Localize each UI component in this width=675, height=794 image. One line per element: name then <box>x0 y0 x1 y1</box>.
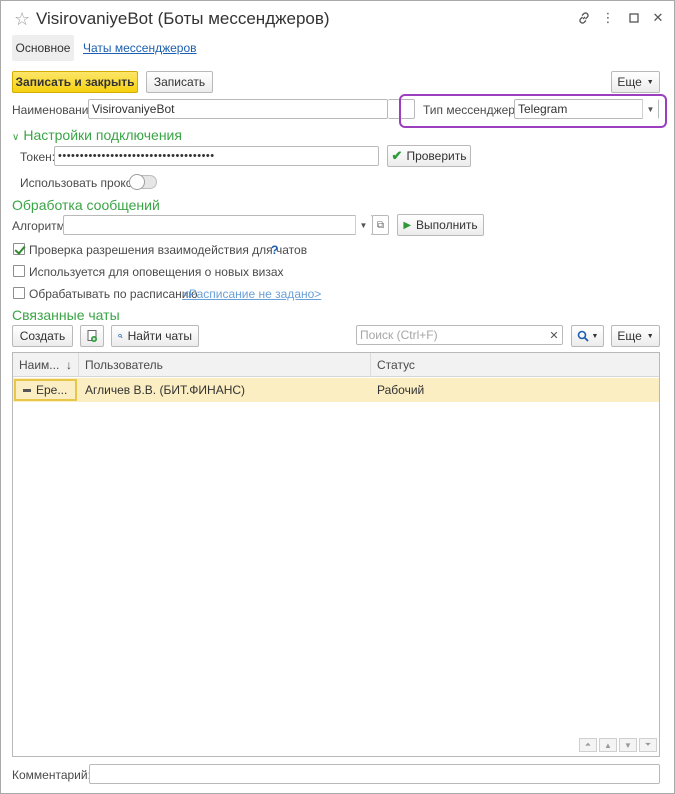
algorithm-dropdown-icon[interactable]: ▼ <box>355 215 371 235</box>
row-name-cell[interactable]: Ере... <box>17 378 79 402</box>
window-title: VisirovaniyeBot (Боты мессенджеров) <box>36 9 330 28</box>
copy-button[interactable] <box>80 325 104 347</box>
more-button-label: Еще <box>617 75 642 89</box>
comment-label: Комментарий: <box>12 768 91 782</box>
close-icon[interactable]: ✕ <box>649 9 667 27</box>
save-and-close-button[interactable]: Записать и закрыть <box>12 71 138 93</box>
connection-section-title[interactable]: ∨ Настройки подключения <box>12 127 182 146</box>
clear-search-icon[interactable]: ✕ <box>545 325 563 345</box>
search-icon <box>577 330 589 342</box>
notify-checkbox[interactable] <box>13 265 25 277</box>
row-status-cell: Рабочий <box>377 383 425 397</box>
scroll-down-icon[interactable]: ▼ <box>619 738 637 752</box>
run-button[interactable]: ▶ Выполнить <box>397 214 484 236</box>
comment-input[interactable] <box>89 764 660 784</box>
token-input[interactable]: •••••••••••••••••••••••••••••••••••• <box>54 146 379 166</box>
run-button-label: Выполнить <box>416 218 478 232</box>
linked-more-label: Еще <box>617 329 642 343</box>
more-button[interactable]: Еще ▼ <box>611 71 660 93</box>
toggle-knob <box>129 174 145 190</box>
search-input[interactable]: Поиск (Ctrl+F) <box>356 325 563 345</box>
column-name-label: Наим... <box>19 358 60 372</box>
table-scroll-buttons: ⏶ ▲ ▼ ⏷ <box>579 738 657 754</box>
search-icon <box>118 333 123 339</box>
search-options-button[interactable]: ▼ <box>571 325 604 347</box>
copy-icon <box>87 330 97 342</box>
token-label: Токен: <box>20 150 56 164</box>
tab-messenger-chats[interactable]: Чаты мессенджеров <box>83 41 197 55</box>
help-icon[interactable]: ? <box>271 243 278 257</box>
play-icon: ▶ <box>403 219 412 231</box>
check-token-label: Проверить <box>406 149 467 163</box>
processing-section-title: Обработка сообщений <box>12 197 160 213</box>
messenger-type-dropdown-icon[interactable]: ▼ <box>642 99 658 119</box>
messenger-type-select[interactable]: Telegram <box>514 99 659 119</box>
table-header: Наим... ↓ Пользователь Статус <box>13 353 659 377</box>
messenger-type-label: Тип мессенджера: <box>423 103 525 117</box>
tab-main[interactable]: Основное <box>12 35 74 61</box>
scroll-up-icon[interactable]: ▲ <box>599 738 617 752</box>
connection-section-label: Настройки подключения <box>23 127 182 143</box>
column-header-name[interactable]: Наим... ↓ <box>13 353 79 377</box>
find-chats-button[interactable]: Найти чаты <box>111 325 199 347</box>
name-input[interactable]: VisirovaniyeBot <box>88 99 388 119</box>
chevron-down-icon: ▼ <box>591 332 599 340</box>
save-button[interactable]: Записать <box>146 71 213 93</box>
schedule-label: Обрабатывать по расписанию <box>29 287 198 301</box>
chevron-down-icon: ▼ <box>646 78 654 86</box>
proxy-toggle[interactable] <box>129 174 157 190</box>
scroll-top-icon[interactable]: ⏶ <box>579 738 597 752</box>
scroll-bottom-icon[interactable]: ⏷ <box>639 738 657 752</box>
table-row[interactable]: Ере... Агличев В.В. (БИТ.ФИНАНС) Рабочий <box>13 378 659 402</box>
favorite-star-icon[interactable]: ☆ <box>14 9 30 29</box>
schedule-checkbox[interactable] <box>13 287 25 299</box>
proxy-label: Использовать прокси: <box>20 176 142 190</box>
find-chats-label: Найти чаты <box>127 329 192 343</box>
linked-chats-section-title: Связанные чаты <box>12 307 120 323</box>
sort-arrow-icon: ↓ <box>66 358 72 372</box>
bot-form-window: ☆ VisirovaniyeBot (Боты мессенджеров) ⋮ … <box>0 0 675 794</box>
column-header-user[interactable]: Пользователь <box>79 353 371 377</box>
collapse-chevron-icon: ∨ <box>12 132 20 143</box>
checkmark-icon: ✔ <box>391 148 403 163</box>
maximize-icon[interactable] <box>625 9 643 27</box>
check-permission-checkbox[interactable] <box>13 243 25 255</box>
algorithm-input[interactable] <box>63 215 373 235</box>
check-token-button[interactable]: ✔ Проверить <box>387 145 471 167</box>
linked-more-button[interactable]: Еще ▼ <box>611 325 660 347</box>
more-menu-icon[interactable]: ⋮ <box>599 9 617 27</box>
column-header-status[interactable]: Статус <box>371 353 659 377</box>
chevron-down-icon: ▼ <box>646 332 654 340</box>
row-name-text: Ере... <box>36 383 68 397</box>
check-permission-label: Проверка разрешения взаимодействия для ч… <box>29 243 308 257</box>
name-label: Наименование: <box>12 103 99 117</box>
linked-chats-table[interactable]: Наим... ↓ Пользователь Статус Ере... Агл… <box>12 352 660 757</box>
create-button[interactable]: Создать <box>12 325 73 347</box>
row-user-cell: Агличев В.В. (БИТ.ФИНАНС) <box>85 383 246 397</box>
schedule-link[interactable]: <Расписание не задано> <box>182 287 321 301</box>
algorithm-label: Алгоритм: <box>12 219 69 233</box>
link-icon[interactable] <box>575 9 593 27</box>
item-icon <box>23 389 31 393</box>
notify-label: Используется для оповещения о новых виза… <box>29 265 284 279</box>
open-icon[interactable]: ⧉ <box>372 215 389 235</box>
